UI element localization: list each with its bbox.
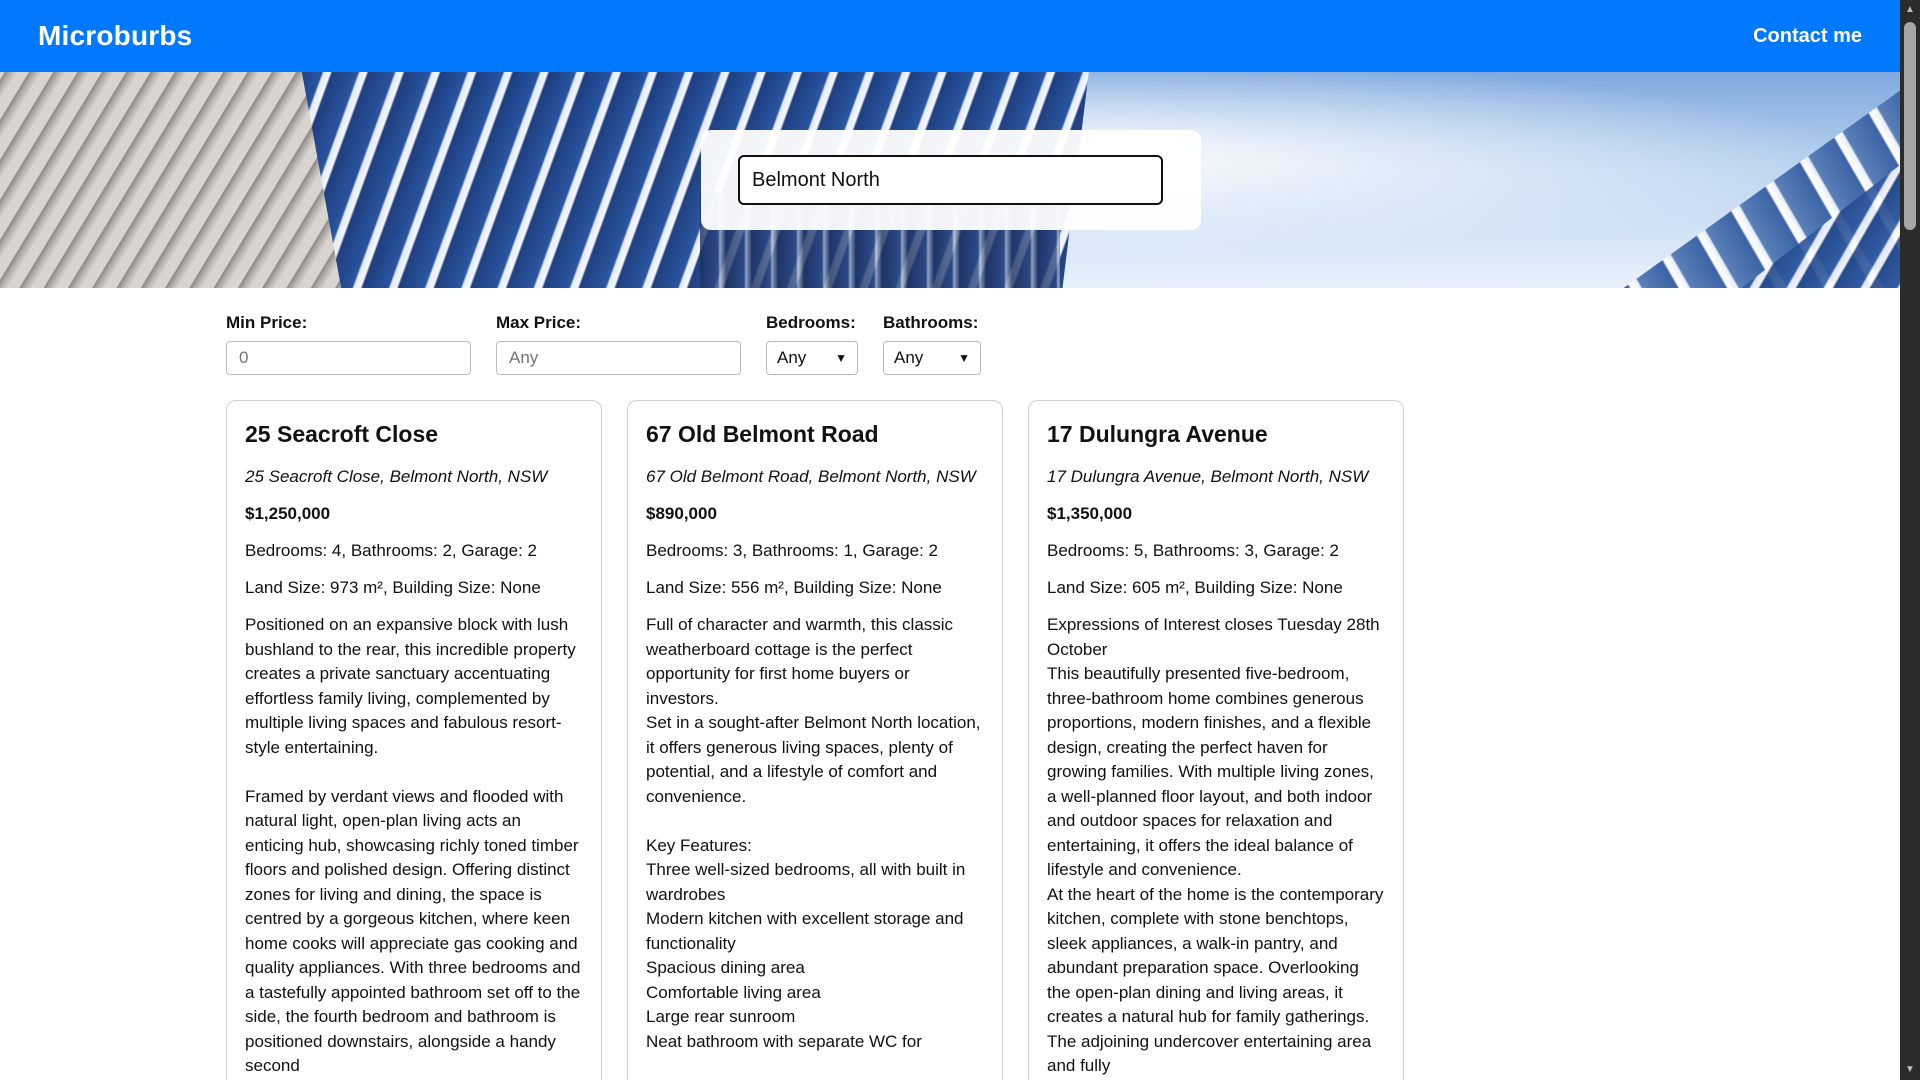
min-price-label: Min Price:: [226, 313, 308, 332]
listing-price: $890,000: [646, 504, 717, 523]
listing-title[interactable]: 67 Old Belmont Road: [646, 419, 984, 449]
bedrooms-label: Bedrooms:: [766, 313, 856, 332]
max-price-filter: Max Price:: [496, 313, 741, 375]
chevron-down-icon: ▼: [835, 351, 847, 365]
filter-bar: Min Price: Max Price: Bedrooms: Any ▼ Ba…: [226, 313, 981, 375]
listing-description: Full of character and warmth, this class…: [646, 615, 981, 1051]
listing-rooms: Bedrooms: 3, Bathrooms: 1, Garage: 2: [646, 541, 938, 560]
min-price-filter: Min Price:: [226, 313, 471, 375]
listing-title[interactable]: 17 Dulungra Avenue: [1047, 419, 1385, 449]
max-price-label: Max Price:: [496, 313, 582, 332]
listing-address: 67 Old Belmont Road, Belmont North, NSW: [646, 467, 976, 486]
bathrooms-selected-value: Any: [894, 348, 924, 367]
listing-description: Expressions of Interest closes Tuesday 2…: [1047, 615, 1384, 1075]
listing-card[interactable]: 25 Seacroft Close 25 Seacroft Close, Bel…: [226, 400, 602, 1080]
listing-size: Land Size: 556 m², Building Size: None: [646, 578, 942, 597]
listing-card[interactable]: 17 Dulungra Avenue 17 Dulungra Avenue, B…: [1028, 400, 1404, 1080]
min-price-input[interactable]: [226, 341, 471, 375]
scrollbar-thumb[interactable]: [1904, 22, 1916, 230]
listing-card[interactable]: 67 Old Belmont Road 67 Old Belmont Road,…: [627, 400, 1003, 1080]
listing-price: $1,250,000: [245, 504, 331, 523]
bathrooms-select[interactable]: Any ▼: [883, 341, 981, 375]
listing-title[interactable]: 25 Seacroft Close: [245, 419, 583, 449]
bedrooms-selected-value: Any: [777, 348, 807, 367]
contact-link[interactable]: Contact me: [1753, 25, 1862, 48]
listing-size: Land Size: 973 m², Building Size: None: [245, 578, 541, 597]
listing-rooms: Bedrooms: 4, Bathrooms: 2, Garage: 2: [245, 541, 537, 560]
max-price-input[interactable]: [496, 341, 741, 375]
top-nav-bar: Microburbs Contact me: [0, 0, 1900, 72]
listing-description: Positioned on an expansive block with lu…: [245, 615, 581, 1075]
listing-address: 17 Dulungra Avenue, Belmont North, NSW: [1047, 467, 1369, 486]
scroll-down-arrow-icon[interactable]: ▼: [1904, 1064, 1916, 1076]
bedrooms-select[interactable]: Any ▼: [766, 341, 858, 375]
suburb-search-input[interactable]: [738, 155, 1163, 205]
listing-size: Land Size: 605 m², Building Size: None: [1047, 578, 1343, 597]
listing-grid: 25 Seacroft Close 25 Seacroft Close, Bel…: [226, 400, 1404, 1080]
listing-price: $1,350,000: [1047, 504, 1133, 523]
page-scrollbar[interactable]: ▲ ▼: [1900, 0, 1920, 1080]
bedrooms-filter: Bedrooms: Any ▼: [766, 313, 858, 375]
brand-logo[interactable]: Microburbs: [38, 20, 192, 52]
bathrooms-label: Bathrooms:: [883, 313, 979, 332]
chevron-down-icon: ▼: [958, 351, 970, 365]
listing-address: 25 Seacroft Close, Belmont North, NSW: [245, 467, 548, 486]
bathrooms-filter: Bathrooms: Any ▼: [883, 313, 981, 375]
listing-rooms: Bedrooms: 5, Bathrooms: 3, Garage: 2: [1047, 541, 1339, 560]
scroll-up-arrow-icon[interactable]: ▲: [1904, 4, 1916, 16]
search-panel: [701, 130, 1201, 230]
